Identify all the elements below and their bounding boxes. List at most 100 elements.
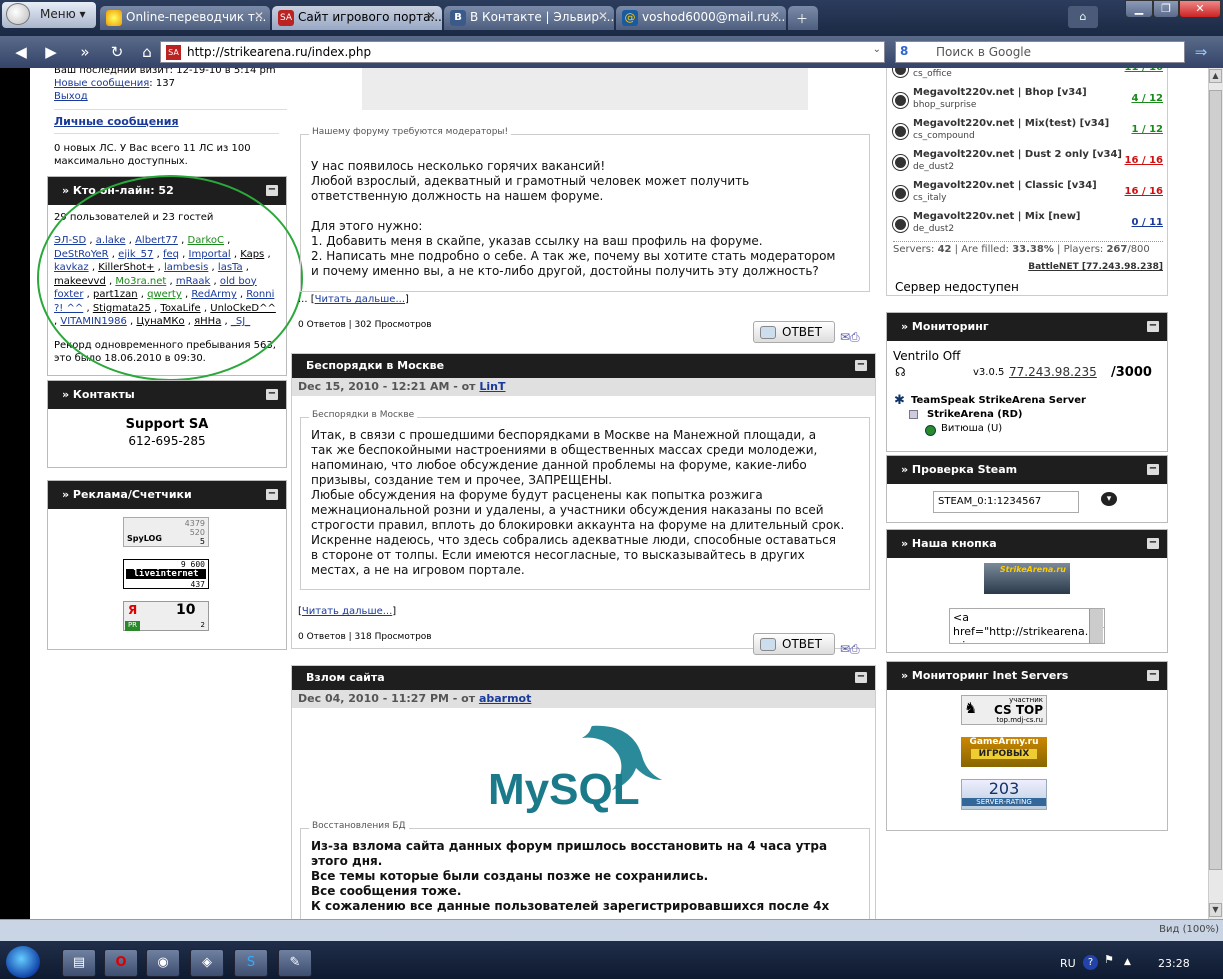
maximize-button[interactable]: ❐ [1153, 0, 1179, 18]
post3-legend: Восстановления БД [309, 821, 409, 831]
readmore-link[interactable]: Читать дальше... [315, 294, 405, 305]
scroll-thumb[interactable] [1209, 90, 1222, 870]
paint-icon[interactable]: ✎ [278, 949, 312, 977]
collapse-icon[interactable]: − [855, 672, 867, 683]
email-print-icon[interactable]: ✉⎙ [840, 330, 860, 345]
close-tab-icon[interactable]: ✕ [598, 9, 608, 23]
help-icon[interactable]: ? [1083, 955, 1098, 970]
post3-title: Взлом сайта [306, 671, 385, 684]
network-icon[interactable]: ⚑ [1104, 953, 1114, 966]
fast-forward-icon[interactable]: » [72, 41, 98, 63]
cstop-banner[interactable]: ♞ участник CS TOP top.mdj-cs.ru [961, 695, 1047, 725]
server-row[interactable]: Megavolt220v.net | Mix(test) [v34] cs_com… [893, 118, 1163, 149]
explorer-icon[interactable]: ▤ [62, 949, 96, 977]
back-icon[interactable]: ◀ [8, 41, 34, 63]
close-tab-icon[interactable]: ✕ [770, 9, 780, 23]
strikearena-banner[interactable]: StrikeArena.ru [984, 563, 1070, 594]
yandex-counter[interactable]: Я 10 PR 2 [123, 601, 209, 631]
search-input[interactable]: 8 Поиск в Google [895, 41, 1185, 63]
server-player-count[interactable]: 0 / 11 [1132, 217, 1164, 228]
collapse-icon[interactable]: − [1147, 321, 1159, 332]
close-window-button[interactable]: ✕ [1179, 0, 1221, 18]
search-go-icon[interactable]: ⇒ [1188, 41, 1214, 63]
chrome-icon[interactable]: ◉ [146, 949, 180, 977]
reload-icon[interactable]: ↻ [104, 41, 130, 63]
post2-author-link[interactable]: LinT [479, 380, 505, 393]
server-map: cs_compound [913, 131, 975, 141]
server-player-count[interactable]: 4 / 12 [1132, 93, 1164, 104]
server-row[interactable]: Megavolt220v.net | Classic [v34] cs_italy… [893, 180, 1163, 211]
tab-translator[interactable]: Online-переводчик т... ✕ [100, 6, 270, 30]
logout-link[interactable]: Выход [54, 91, 88, 102]
language-indicator[interactable]: RU [1060, 957, 1076, 970]
post2-date: Dec 15, 2010 - 12:21 AM - от [298, 380, 480, 393]
email-print-icon[interactable]: ✉⎙ [840, 642, 860, 657]
post-image-placeholder [362, 68, 808, 110]
forward-icon[interactable]: ▶ [38, 41, 64, 63]
readmore-link[interactable]: Читать дальше... [302, 606, 392, 617]
server-map: de_dust2 [913, 162, 955, 172]
reply-button[interactable]: ОТВЕТ [753, 633, 835, 655]
zoom-level[interactable]: Вид (100%) [1159, 924, 1219, 935]
collapse-icon[interactable]: − [1147, 464, 1159, 475]
gamearmy-banner[interactable]: GameArmy.ru ИГРОВЫХ [961, 737, 1047, 767]
server-row[interactable]: cs_office 11 / 16 [893, 68, 1163, 87]
server-player-count[interactable]: 16 / 16 [1125, 186, 1163, 197]
banner-code-textarea[interactable]: <a href="http://strikearena.ru/"><img [949, 608, 1105, 644]
minimize-button[interactable]: ▁ [1125, 0, 1153, 18]
clock[interactable]: 23:28 [1158, 957, 1190, 970]
close-tab-icon[interactable]: ✕ [426, 9, 436, 23]
chevron-down-icon[interactable]: ⌄ [873, 44, 881, 55]
collapse-icon[interactable]: − [1147, 538, 1159, 549]
new-tab-button[interactable]: ＋ [788, 6, 818, 30]
start-button-icon[interactable] [6, 946, 40, 978]
liveinternet-counter[interactable]: 9 600 liveinternet 437 [123, 559, 209, 589]
home-icon[interactable]: ⌂ [134, 41, 160, 63]
battlenet-link[interactable]: BattleNET [77.243.98.238] [1028, 262, 1163, 272]
textarea-scrollbar[interactable] [1089, 609, 1103, 643]
monitoring-block: » Мониторинг − Ventrilo Off ☊ v3.0.5 77.2… [886, 312, 1168, 452]
server-map: cs_italy [913, 193, 947, 203]
scroll-down-icon[interactable]: ▼ [1209, 903, 1222, 917]
server-row[interactable]: Megavolt220v.net | Bhop [v34] bhop_surpri… [893, 87, 1163, 118]
server-player-count[interactable]: 1 / 12 [1132, 124, 1164, 135]
steam-id-input[interactable]: STEAM_0:1:1234567 [933, 491, 1079, 513]
vent-ip-link[interactable]: 77.243.98.235 [1009, 365, 1097, 379]
tab-title: Online-переводчик т... [126, 10, 267, 24]
trash-icon[interactable]: ⌂ [1068, 6, 1098, 28]
tray-arrow-icon[interactable]: ▲ [1124, 957, 1131, 967]
browser-status-bar: Вид (100%) [0, 919, 1223, 941]
new-posts-link[interactable]: Новые сообщения [54, 78, 149, 89]
opera-icon[interactable]: O [104, 949, 138, 977]
collapse-icon[interactable]: − [855, 360, 867, 371]
pm-title-link[interactable]: Личные сообщения [54, 109, 287, 128]
server-player-count[interactable]: 16 / 16 [1125, 155, 1163, 166]
server-rating-banner[interactable]: 203 SERVER-RATING [961, 779, 1047, 810]
counter-name: SpyLOG [127, 534, 162, 543]
collapse-icon[interactable]: − [1147, 670, 1159, 681]
user-info: Ваш последний визит: 12-19-10 в 5:14 pm … [47, 68, 287, 168]
channel-icon [909, 410, 918, 419]
server-row[interactable]: Megavolt220v.net | Mix [new] de_dust2 0 / … [893, 211, 1163, 242]
text-line: этого дня. [311, 854, 383, 868]
text-line: Из-за взлома сайта данных форум пришлось… [311, 839, 828, 853]
collapse-icon[interactable]: − [266, 489, 278, 500]
post3-author-link[interactable]: abarmot [479, 692, 531, 705]
reply-label: ОТВЕТ [782, 325, 822, 339]
spylog-counter[interactable]: 4379 520 5 SpyLOG [123, 517, 209, 547]
server-name: Megavolt220v.net | Mix(test) [v34] [913, 118, 1110, 129]
address-bar[interactable]: SA http://strikearena.ru/index.php ⌄ [160, 41, 885, 63]
tab-vkontakte[interactable]: B В Контакте | Эльвир ... ✕ [444, 6, 614, 30]
server-row[interactable]: Megavolt220v.net | Dust 2 only [v34] de_d… [893, 149, 1163, 180]
tab-strikearena[interactable]: SA Сайт игрового порта... ✕ [272, 6, 442, 30]
reply-button[interactable]: ОТВЕТ [753, 321, 835, 343]
collapse-icon[interactable]: − [266, 389, 278, 400]
server-player-count[interactable]: 11 / 16 [1125, 68, 1163, 73]
tab-mail[interactable]: @ voshod6000@mail.ru:... ✕ [616, 6, 786, 30]
steam-icon[interactable]: ◈ [190, 949, 224, 977]
skype-icon[interactable]: S [234, 949, 268, 977]
post2-title: Беспорядки в Москве [306, 359, 445, 372]
close-tab-icon[interactable]: ✕ [254, 9, 264, 23]
steam-check-icon[interactable]: ▾ [1101, 492, 1117, 506]
scroll-up-icon[interactable]: ▲ [1209, 69, 1222, 83]
